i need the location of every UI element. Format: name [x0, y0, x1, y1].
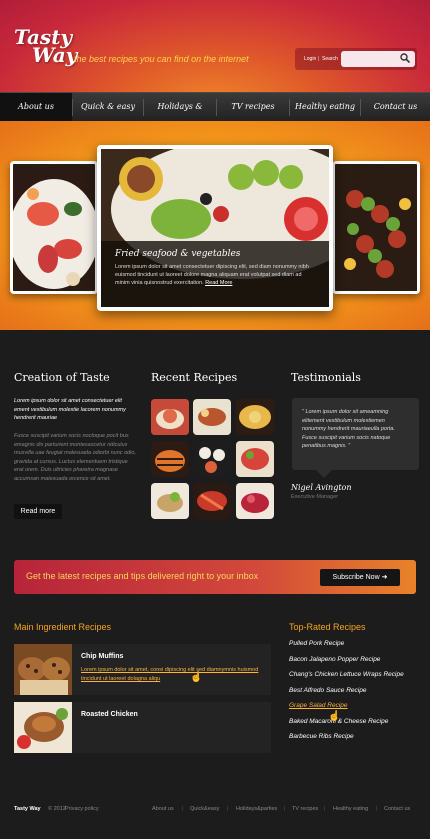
testimonial-quote: " Lorem ipsum dolor sit ameamning elitem…	[292, 398, 419, 478]
creation-title: Creation of Taste	[14, 371, 110, 384]
slide-caption: Fried seafood & vegetables Lorem ipsum d…	[101, 241, 329, 307]
ingredient-card-desc[interactable]: Lorem ipsum dolor sit amet, consi dipisc…	[81, 666, 267, 684]
hero-slider: Fried seafood & vegetables Lorem ipsum d…	[0, 121, 430, 330]
footer-link-quick[interactable]: Quick&easy	[190, 806, 219, 812]
nav-about-us[interactable]: About us	[0, 93, 72, 122]
recent-recipe-thumb[interactable]	[236, 399, 274, 435]
logo-line2: Way	[32, 43, 78, 67]
subscribe-button[interactable]: Subscribe Now ➜	[320, 569, 400, 586]
footer-link-contact[interactable]: Contact us	[384, 806, 410, 812]
top-rated-item[interactable]: Best Alfredo Sauce Recipe	[289, 687, 404, 703]
footer-copyright: © 2012	[48, 806, 66, 812]
nav-contact-us[interactable]: Contact us	[361, 93, 430, 122]
ingredient-card-title[interactable]: Chip Muffins	[81, 653, 123, 660]
slide-read-more-link[interactable]: Read More	[205, 280, 232, 286]
testimonials-title: Testimonials	[291, 371, 361, 384]
footer-divider: |	[376, 806, 378, 812]
testimonial-role: Executive Manager	[291, 494, 339, 500]
footer: Tasty Way © 2012 Privacy policy About us…	[0, 790, 430, 839]
recent-recipe-thumb[interactable]	[193, 483, 231, 519]
newsletter-text: Get the latest recipes and tips delivere…	[26, 571, 259, 581]
subscribe-label: Subscribe Now	[332, 574, 380, 581]
nav-holidays-parties[interactable]: Holidays & parties	[144, 93, 216, 138]
slide-title: Fried seafood & vegetables	[115, 249, 241, 259]
footer-link-tv[interactable]: TV recipes	[292, 806, 318, 812]
top-rated-list: Pulled Pork Recipe Bacon Jalapeno Popper…	[289, 640, 404, 749]
slide-sushi-image[interactable]	[10, 161, 98, 294]
slide-main-image[interactable]: Fried seafood & vegetables Lorem ipsum d…	[97, 145, 333, 311]
top-rated-item[interactable]: Grape Salad Recipe	[289, 702, 404, 718]
footer-link-healthy[interactable]: Healthy eating	[333, 806, 368, 812]
main-ingredient-title: Main Ingredient Recipes	[14, 622, 112, 632]
top-rated-item[interactable]: Bacon Jalapeno Popper Recipe	[289, 656, 404, 672]
ingredient-card-title[interactable]: Roasted Chicken	[81, 711, 138, 718]
arrow-right-icon: ➜	[381, 574, 388, 581]
footer-divider: |	[182, 806, 184, 812]
recent-recipe-thumb[interactable]	[236, 441, 274, 477]
chip-muffins-image[interactable]	[14, 644, 72, 695]
ingredient-card[interactable]: Roasted Chicken	[14, 702, 271, 753]
hand-cursor-icon: ☝	[190, 672, 203, 683]
creation-lead: Lorem ipsum dolor sit amet consectetuer …	[14, 398, 126, 421]
footer-privacy-link[interactable]: Privacy policy	[65, 806, 99, 812]
link-divider: |	[318, 56, 320, 62]
recent-recipe-thumb[interactable]	[193, 399, 231, 435]
nav-quick-easy[interactable]: Quick & easy	[73, 93, 143, 122]
search-link[interactable]: Search	[322, 56, 338, 62]
footer-link-holidays[interactable]: Holidays&parties	[236, 806, 277, 812]
top-rated-item[interactable]: Chang's Chicken Lettuce Wraps Recipe	[289, 671, 404, 687]
testimonial-author: Nigel Avington	[291, 483, 352, 492]
recent-recipe-thumb[interactable]	[151, 399, 189, 435]
nav-tv-recipes[interactable]: TV recipes	[217, 93, 289, 122]
ingredient-card[interactable]: Chip Muffins Lorem ipsum dolor sit amet,…	[14, 644, 271, 695]
recent-recipes-title: Recent Recipes	[151, 371, 238, 384]
recent-recipe-thumb[interactable]	[193, 441, 231, 477]
recent-recipe-thumb[interactable]	[151, 483, 189, 519]
footer-divider: |	[284, 806, 286, 812]
creation-body: Fusce suscipit varium socis noctoque poc…	[14, 433, 136, 482]
top-rated-item[interactable]: Pulled Pork Recipe	[289, 640, 404, 656]
recent-recipe-thumb[interactable]	[236, 483, 274, 519]
slide-kebab-image[interactable]	[332, 161, 420, 294]
top-rated-item[interactable]: Baked Macaroni & Cheese Recipe	[289, 718, 404, 734]
top-rated-title: Top-Rated Recipes	[289, 622, 366, 632]
login-link[interactable]: Login	[304, 56, 316, 62]
nav-healthy-eating[interactable]: Healthy eating	[290, 93, 360, 122]
creation-read-more-button[interactable]: Read more	[14, 504, 62, 519]
tagline: the best recipes you can find on the int…	[74, 54, 249, 64]
footer-brand: Tasty Way	[14, 806, 41, 812]
top-rated-item[interactable]: Barbecue Ribs Recipe	[289, 733, 404, 749]
roasted-chicken-image[interactable]	[14, 702, 72, 753]
slide-text: Lorem ipsum dolor sit amet consectetuer …	[115, 263, 315, 287]
search-icon[interactable]	[400, 53, 412, 65]
footer-link-about[interactable]: About us	[152, 806, 174, 812]
logo[interactable]: Tasty Way	[14, 27, 78, 67]
hand-cursor-icon: ☝	[328, 711, 341, 722]
recent-recipe-thumb[interactable]	[151, 441, 189, 477]
newsletter-banner: Get the latest recipes and tips delivere…	[14, 560, 416, 594]
footer-divider: |	[227, 806, 229, 812]
header: Tasty Way the best recipes you can find …	[0, 0, 430, 92]
main-nav: About us Quick & easy Holidays & parties…	[0, 92, 430, 138]
footer-divider: |	[324, 806, 326, 812]
